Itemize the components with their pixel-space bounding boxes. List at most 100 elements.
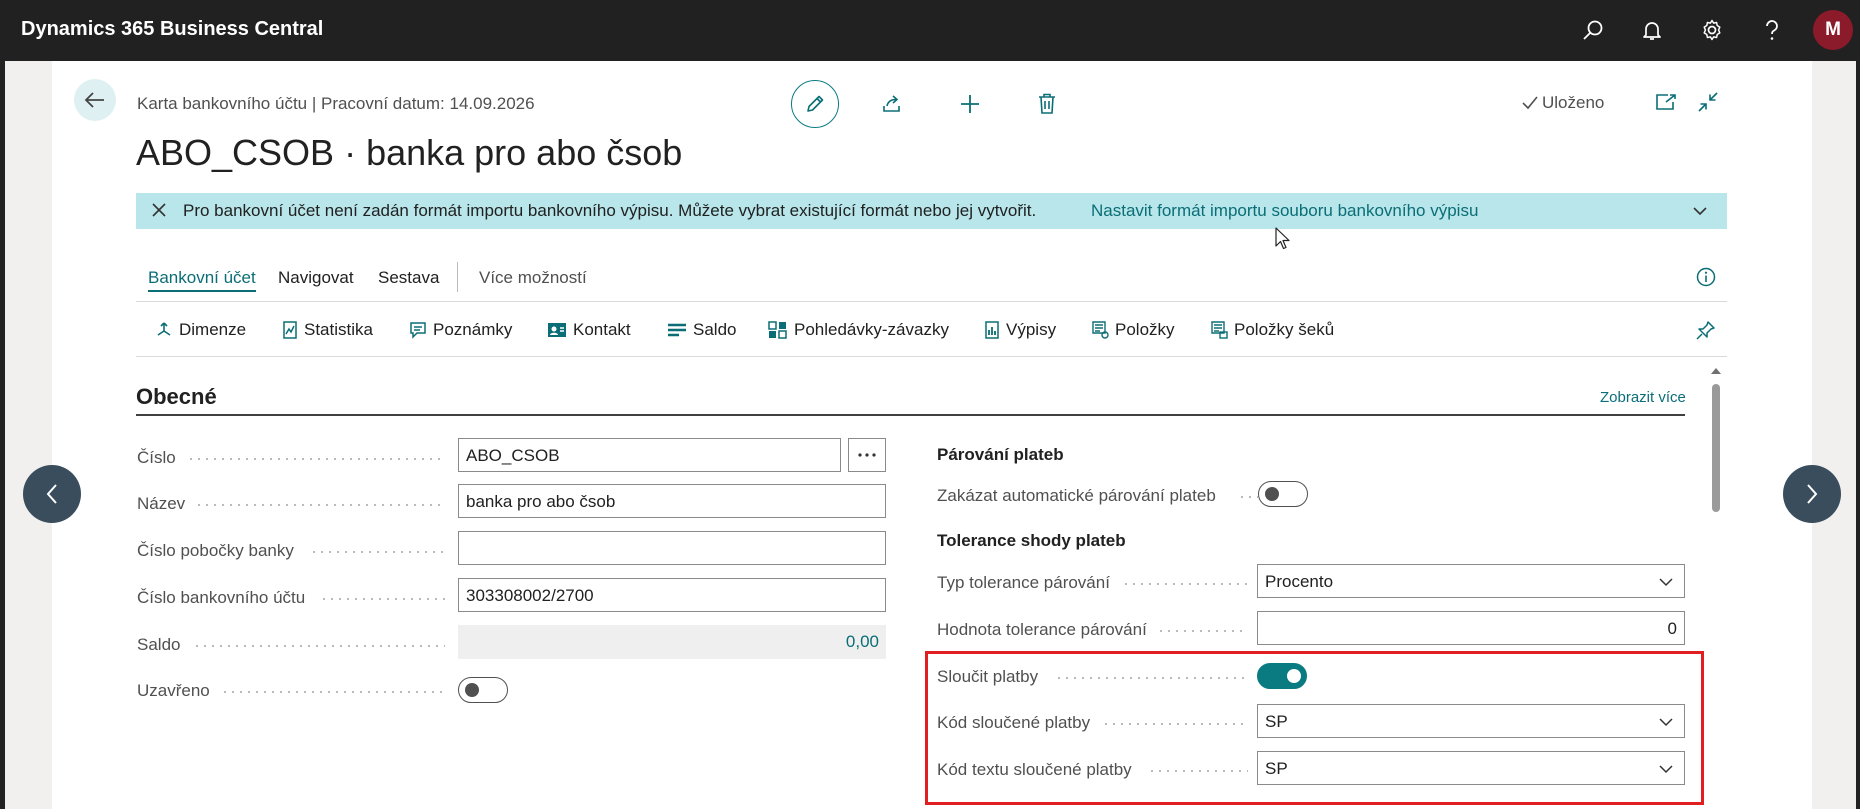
trash-icon (1039, 93, 1055, 114)
plus-icon (961, 95, 979, 113)
pin-icon[interactable] (1696, 320, 1716, 342)
tolerance-value-field[interactable]: 0 (1257, 611, 1685, 645)
next-record-button[interactable] (1783, 465, 1841, 523)
field-label-cislo: Číslo (137, 448, 176, 467)
banner-link[interactable]: Nastavit formát importu souboru bankovní… (1091, 201, 1478, 221)
info-icon[interactable] (1696, 267, 1716, 287)
chevron-down-icon[interactable] (1691, 202, 1709, 220)
statistics-icon (283, 321, 297, 339)
field-label-saldo: Saldo (137, 635, 181, 654)
tab-bankovni-ucet[interactable]: Bankovní účet (148, 268, 256, 292)
action-pohledavky-zavazky[interactable]: Pohledávky-závazky (768, 320, 949, 340)
dot-leader (1238, 496, 1258, 498)
field-label-pobocka: Číslo pobočky banky (137, 541, 294, 560)
balance-value[interactable]: 0,00 (458, 625, 886, 659)
previous-record-button[interactable] (23, 465, 81, 523)
tab-sestava[interactable]: Sestava (378, 268, 439, 288)
action-label: Dimenze (179, 320, 247, 339)
gear-icon[interactable] (1696, 14, 1728, 46)
statements-icon (985, 321, 999, 339)
contact-icon (548, 323, 566, 337)
collapse-button[interactable] (1684, 78, 1732, 126)
delete-button[interactable] (1023, 80, 1071, 128)
tolerance-type-select[interactable]: Procento (1257, 564, 1685, 598)
field-label-typ-tolerance: Typ tolerance párování (937, 573, 1110, 592)
breadcrumb: Karta bankovního účtu | Pracovní datum: … (137, 94, 535, 113)
dot-leader (1122, 583, 1248, 585)
section-title[interactable]: Obecné (136, 384, 217, 410)
tab-separator (457, 262, 458, 292)
receivables-payables-icon (768, 321, 787, 339)
balance-icon (668, 323, 686, 337)
dot-leader (310, 551, 445, 553)
scroll-up-arrow-icon[interactable] (1710, 366, 1722, 376)
tab-vice-moznosti[interactable]: Více možností (479, 268, 587, 288)
chevron-left-icon (46, 484, 57, 504)
tolerance-type-value: Procento (1265, 572, 1334, 591)
closed-toggle[interactable] (458, 677, 508, 703)
page-title: ABO_CSOB · banka pro abo čsob (136, 132, 683, 173)
action-saldo[interactable]: Saldo (667, 320, 736, 340)
top-bar: Dynamics 365 Business Central M (0, 0, 1860, 61)
section-underline (136, 414, 1685, 416)
check-icon (1522, 96, 1538, 110)
banner-message: Pro bankovní účet není zadán formát impo… (183, 201, 1037, 220)
action-poznamky[interactable]: Poznámky (409, 320, 512, 340)
action-label: Položky šeků (1234, 320, 1335, 339)
field-label-hodnota-tolerance: Hodnota tolerance párování (937, 620, 1147, 639)
dot-leader (1157, 630, 1248, 632)
tolerance-heading: Tolerance shody plateb (937, 531, 1126, 550)
share-icon (883, 95, 900, 112)
pencil-icon (807, 95, 824, 112)
toggle-knob (1265, 487, 1279, 501)
new-button[interactable] (946, 80, 994, 128)
avatar[interactable]: M (1813, 10, 1853, 50)
help-icon[interactable] (1756, 14, 1788, 46)
open-new-window-icon (1656, 94, 1676, 110)
check-entries-icon (1211, 321, 1228, 339)
share-button[interactable] (868, 80, 916, 128)
dot-leader (320, 598, 445, 600)
search-icon[interactable] (1577, 14, 1609, 46)
cislo-field[interactable]: ABO_CSOB (458, 438, 841, 472)
bank-account-field[interactable]: 303308002/2700 (458, 578, 886, 612)
chevron-down-icon (1659, 578, 1673, 587)
back-button[interactable] (74, 79, 116, 121)
action-polozky[interactable]: Položky (1091, 320, 1175, 340)
left-frame (0, 61, 52, 809)
action-vypisy[interactable]: Výpisy (984, 320, 1056, 340)
app-title[interactable]: Dynamics 365 Business Central (21, 18, 323, 41)
dot-leader (221, 691, 445, 693)
action-label: Saldo (693, 320, 737, 339)
right-frame (1812, 61, 1860, 809)
action-statistika[interactable]: Statistika (282, 320, 373, 340)
action-label: Pohledávky-závazky (794, 320, 949, 339)
dot-leader (187, 458, 445, 460)
bell-icon[interactable] (1636, 14, 1668, 46)
scrollbar-thumb[interactable] (1712, 384, 1720, 512)
tab-navigovat[interactable]: Navigovat (278, 268, 354, 288)
action-kontakt[interactable]: Kontakt (547, 320, 631, 340)
close-icon[interactable] (150, 201, 168, 219)
show-more-link[interactable]: Zobrazit více (1600, 389, 1686, 406)
nazev-field[interactable]: banka pro abo čsob (458, 484, 886, 518)
divider (136, 301, 1727, 302)
field-label-nazev: Název (137, 494, 186, 513)
action-dimenze[interactable]: Dimenze (155, 320, 246, 340)
open-new-window-button[interactable] (1642, 78, 1690, 126)
highlight-box (925, 651, 1704, 805)
bank-branch-field[interactable] (458, 531, 886, 565)
field-label-uzavreno: Uzavřeno (137, 681, 210, 700)
entries-icon (1092, 321, 1109, 339)
field-label-ucet: Číslo bankovního účtu (137, 588, 306, 607)
action-label: Kontakt (573, 320, 631, 339)
collapse-icon (1698, 92, 1718, 112)
action-label: Statistika (304, 320, 373, 339)
disable-auto-matching-toggle[interactable] (1258, 481, 1308, 507)
action-polozky-seku[interactable]: Položky šeků (1210, 320, 1334, 340)
dot-leader (193, 645, 445, 647)
edit-button[interactable] (791, 80, 839, 128)
lookup-button[interactable] (848, 438, 886, 472)
field-label-zakazat: Zakázat automatické párování plateb (937, 486, 1216, 505)
comments-icon (410, 322, 426, 339)
